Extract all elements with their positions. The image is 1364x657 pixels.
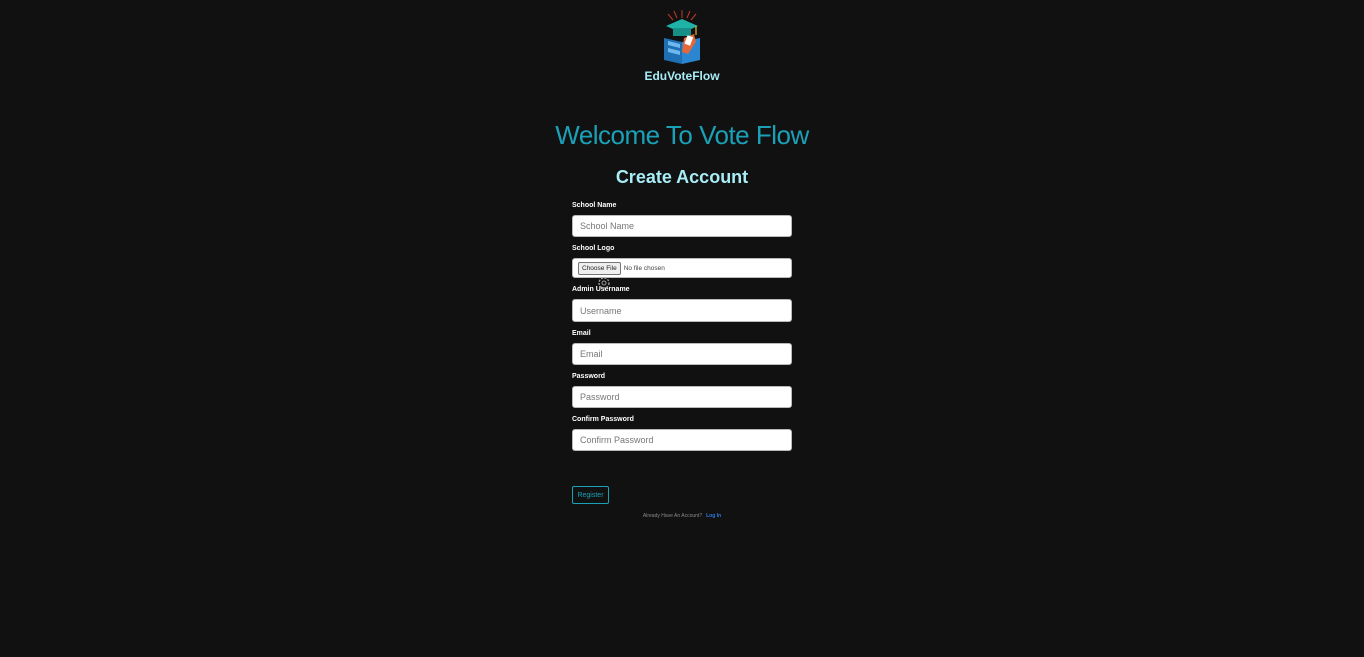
- login-prompt: Already Have An Account? Log In: [582, 513, 782, 519]
- register-page: EduVoteFlow Welcome To Vote Flow Create …: [0, 0, 1364, 657]
- file-status-text: No file chosen: [623, 264, 665, 272]
- brand-name: EduVoteFlow: [644, 69, 720, 83]
- password-label: Password: [572, 373, 606, 380]
- login-link[interactable]: Log In: [706, 513, 721, 519]
- email-input[interactable]: [572, 343, 792, 365]
- confirm-password-label: Confirm Password: [572, 416, 634, 423]
- password-input[interactable]: [572, 386, 792, 408]
- email-label: Email: [572, 330, 591, 337]
- choose-file-button[interactable]: Choose File: [578, 261, 621, 275]
- school-logo-label: School Logo: [572, 245, 615, 252]
- login-prompt-text: Already Have An Account?: [642, 513, 703, 519]
- welcome-heading: Welcome To Vote Flow: [555, 120, 809, 150]
- school-logo-file-input[interactable]: Choose File No file chosen: [572, 258, 792, 278]
- loading-spinner-icon: [598, 277, 610, 289]
- school-name-input[interactable]: [572, 215, 792, 237]
- create-account-heading: Create Account: [615, 167, 749, 187]
- eduvoteflow-logo-icon: [664, 10, 700, 64]
- admin-username-input[interactable]: [572, 299, 792, 322]
- school-name-label: School Name: [572, 202, 617, 209]
- register-button[interactable]: Register: [572, 486, 609, 504]
- confirm-password-input[interactable]: [572, 429, 792, 451]
